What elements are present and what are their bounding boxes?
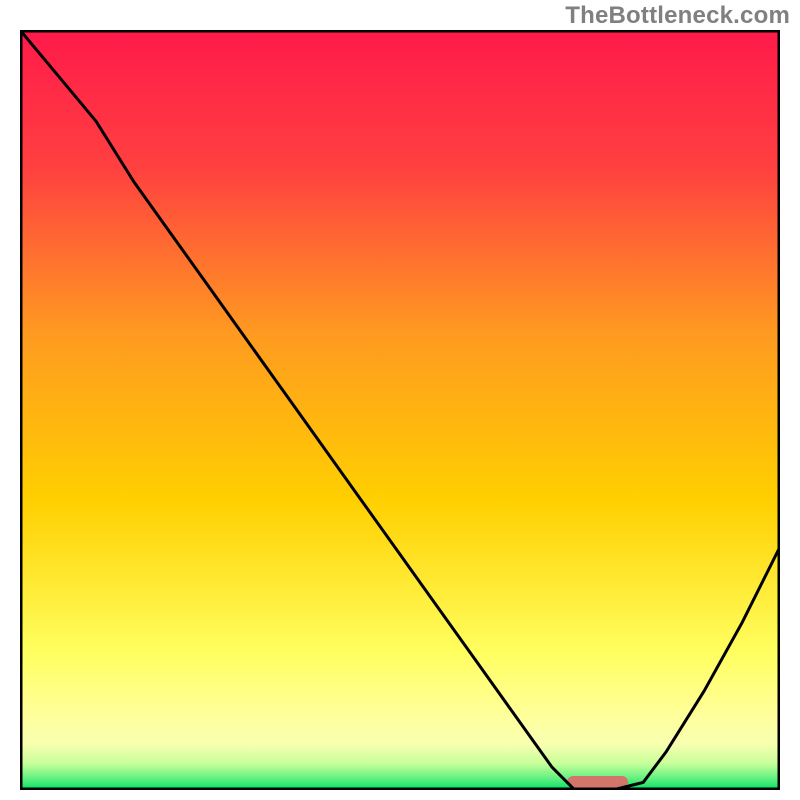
chart-frame: TheBottleneck.com bbox=[0, 0, 800, 800]
gradient-background bbox=[20, 30, 780, 790]
watermark-text: TheBottleneck.com bbox=[565, 2, 790, 30]
plot-area bbox=[20, 30, 780, 790]
chart-svg bbox=[20, 30, 780, 790]
optimal-marker bbox=[567, 776, 628, 788]
annotations-group bbox=[567, 776, 628, 788]
